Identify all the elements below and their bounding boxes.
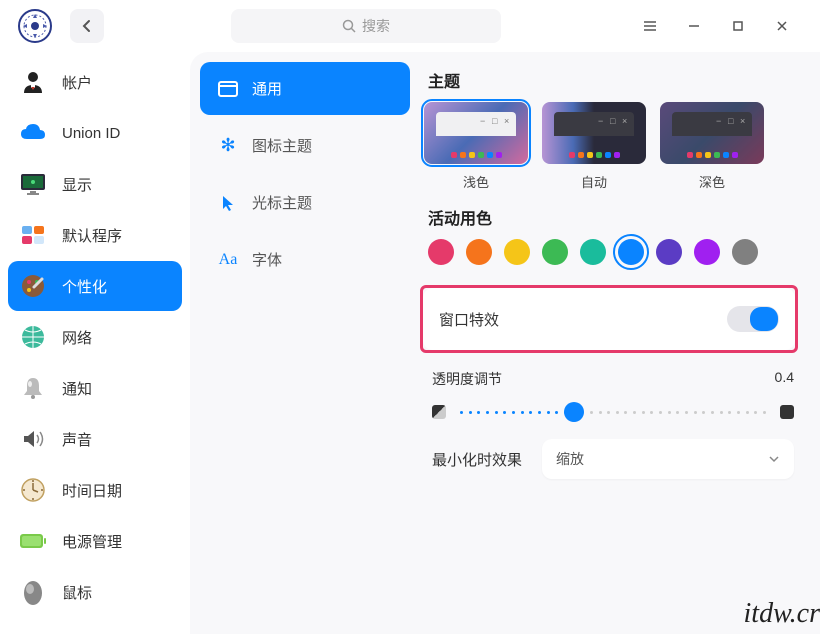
theme-label: 深色 <box>699 172 725 191</box>
window-effects-toggle[interactable] <box>727 306 779 332</box>
cloud-icon <box>18 118 48 148</box>
tab-cursor-theme[interactable]: 光标主题 <box>200 176 410 229</box>
opacity-max-icon <box>780 405 794 419</box>
user-icon <box>18 67 48 97</box>
sidebar-item-label: 时间日期 <box>62 480 122 501</box>
window-effects-row: 窗口特效 <box>423 288 795 350</box>
sidebar-item-label: 鼠标 <box>62 582 92 603</box>
accent-swatch[interactable] <box>542 239 568 265</box>
opacity-min-icon <box>432 405 446 419</box>
tab-general[interactable]: 通用 <box>200 62 410 115</box>
accent-swatch[interactable] <box>428 239 454 265</box>
minimize-icon <box>686 19 702 33</box>
hamburger-icon <box>642 19 658 33</box>
accent-swatch[interactable] <box>618 239 644 265</box>
sidebar-item-personalization[interactable]: 个性化 <box>8 261 182 311</box>
opacity-slider[interactable] <box>432 405 794 419</box>
sidebar-item-power[interactable]: 电源管理 <box>8 516 182 566</box>
palette-icon <box>18 271 48 301</box>
opacity-value: 0.4 <box>775 369 794 389</box>
apps-icon <box>18 220 48 250</box>
theme-label: 浅色 <box>463 172 489 191</box>
monitor-icon <box>18 169 48 199</box>
close-icon <box>775 19 789 33</box>
theme-label: 自动 <box>581 172 607 191</box>
titlebar: 搜索 <box>0 0 820 52</box>
tabs: 通用 ✻ 图标主题 光标主题 Aa 字体 <box>200 62 410 634</box>
tab-label: 通用 <box>252 78 282 99</box>
cursor-icon <box>218 193 238 213</box>
accent-swatches <box>428 239 810 265</box>
window-effects-label: 窗口特效 <box>439 309 727 330</box>
sidebar-item-keyboard[interactable]: 键盘和语言 <box>8 618 182 634</box>
accent-swatch[interactable] <box>656 239 682 265</box>
accent-swatch[interactable] <box>694 239 720 265</box>
minimize-effect-select[interactable]: 缩放 <box>542 439 794 479</box>
accent-swatch[interactable] <box>732 239 758 265</box>
sidebar-item-label: 电源管理 <box>62 531 122 552</box>
speaker-icon <box>18 424 48 454</box>
theme-option-auto[interactable]: −□× 自动 <box>542 102 646 191</box>
battery-icon <box>18 526 48 556</box>
globe-icon <box>18 322 48 352</box>
tab-font[interactable]: Aa 字体 <box>200 233 410 286</box>
window-icon <box>218 79 238 99</box>
accent-swatch[interactable] <box>504 239 530 265</box>
snowflake-icon: ✻ <box>218 136 238 156</box>
opacity-label: 透明度调节 <box>432 369 502 389</box>
tab-label: 光标主题 <box>252 192 312 213</box>
sidebar-item-label: Union ID <box>62 125 120 142</box>
search-icon <box>342 19 356 33</box>
sidebar-item-label: 帐户 <box>62 72 92 93</box>
sidebar-item-label: 通知 <box>62 378 92 399</box>
accent-swatch[interactable] <box>466 239 492 265</box>
accent-swatch[interactable] <box>580 239 606 265</box>
maximize-icon <box>731 19 745 33</box>
maximize-button[interactable] <box>716 8 760 44</box>
tab-label: 图标主题 <box>252 135 312 156</box>
sidebar-item-label: 声音 <box>62 429 92 450</box>
search-input[interactable]: 搜索 <box>231 9 501 43</box>
sidebar-item-display[interactable]: 显示 <box>8 159 182 209</box>
menu-button[interactable] <box>628 8 672 44</box>
sidebar-item-network[interactable]: 网络 <box>8 312 182 362</box>
window-controls <box>628 8 812 44</box>
theme-option-dark[interactable]: −□× 深色 <box>660 102 764 191</box>
highlight-annotation: 窗口特效 <box>420 285 798 353</box>
font-icon: Aa <box>218 250 238 270</box>
settings-panel: 主题 −□× 浅色 −□× 自动 −□× 深色 活动用色 <box>420 62 810 634</box>
minimize-effect-label: 最小化时效果 <box>432 449 522 470</box>
sidebar-item-label: 网络 <box>62 327 92 348</box>
sidebar-item-datetime[interactable]: 时间日期 <box>8 465 182 515</box>
app-logo-icon <box>18 9 52 43</box>
keyboard-icon <box>18 628 48 634</box>
sidebar-item-mouse[interactable]: 鼠标 <box>8 567 182 617</box>
sidebar: 帐户 Union ID 显示 默认程序 个性化 网络 通知 声音 时间日期 电源… <box>0 52 190 634</box>
sidebar-item-label: 默认程序 <box>62 225 122 246</box>
close-button[interactable] <box>760 8 804 44</box>
accent-section-title: 活动用色 <box>428 205 810 229</box>
tab-label: 字体 <box>252 249 282 270</box>
sidebar-item-unionid[interactable]: Union ID <box>8 108 182 158</box>
chevron-down-icon <box>768 455 780 463</box>
search-placeholder: 搜索 <box>362 16 390 36</box>
sidebar-item-notifications[interactable]: 通知 <box>8 363 182 413</box>
tab-icon-theme[interactable]: ✻ 图标主题 <box>200 119 410 172</box>
minimize-button[interactable] <box>672 8 716 44</box>
theme-option-light[interactable]: −□× 浅色 <box>424 102 528 191</box>
sidebar-item-label: 显示 <box>62 174 92 195</box>
sidebar-item-label: 个性化 <box>62 276 107 297</box>
sidebar-item-account[interactable]: 帐户 <box>8 57 182 107</box>
sidebar-item-default-apps[interactable]: 默认程序 <box>8 210 182 260</box>
clock-icon <box>18 475 48 505</box>
mouse-icon <box>18 577 48 607</box>
back-button[interactable] <box>70 9 104 43</box>
chevron-left-icon <box>81 19 93 33</box>
theme-section-title: 主题 <box>428 68 810 92</box>
slider-thumb[interactable] <box>564 402 584 422</box>
select-value: 缩放 <box>556 449 584 469</box>
sidebar-item-sound[interactable]: 声音 <box>8 414 182 464</box>
bell-icon <box>18 373 48 403</box>
